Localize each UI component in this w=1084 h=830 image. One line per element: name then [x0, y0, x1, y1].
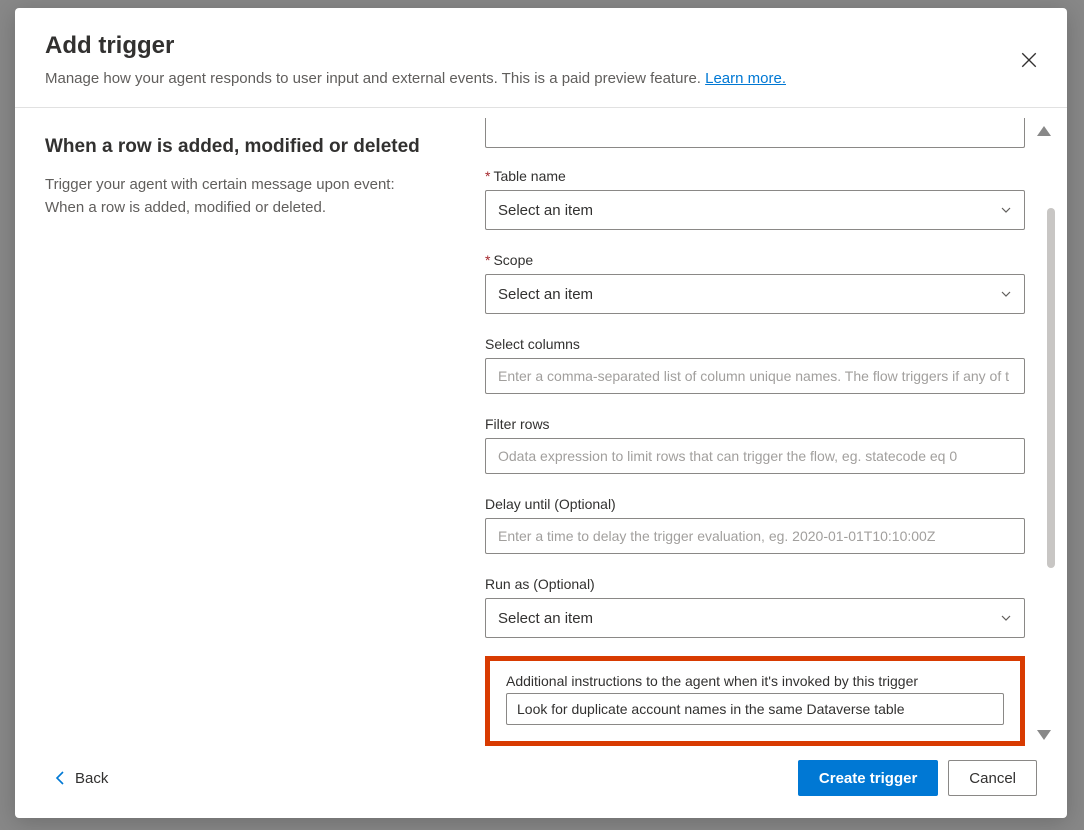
filter-rows-group: Filter rows [485, 416, 1025, 474]
chevron-down-icon [1000, 288, 1012, 300]
footer-actions: Create trigger Cancel [798, 760, 1037, 796]
run-as-select[interactable]: Select an item [485, 598, 1025, 638]
select-value: Select an item [498, 202, 593, 219]
table-name-select[interactable]: Select an item [485, 190, 1025, 230]
scope-select[interactable]: Select an item [485, 274, 1025, 314]
label-text: Scope [493, 252, 533, 268]
label-text: Table name [493, 168, 565, 184]
learn-more-link[interactable]: Learn more. [705, 70, 786, 87]
chevron-left-icon [55, 770, 65, 786]
instructions-label: Additional instructions to the agent whe… [506, 673, 1004, 689]
chevron-down-icon [1000, 612, 1012, 624]
create-trigger-button[interactable]: Create trigger [798, 760, 938, 796]
modal-subtitle: Manage how your agent responds to user i… [45, 68, 1037, 89]
table-name-group: *Table name Select an item [485, 168, 1025, 230]
scroll-up-arrow[interactable] [1037, 126, 1051, 136]
table-name-label: *Table name [485, 168, 1025, 184]
modal-header: Add trigger Manage how your agent respon… [15, 8, 1067, 108]
instructions-highlight: Additional instructions to the agent whe… [485, 656, 1025, 746]
required-star-icon: * [485, 252, 490, 268]
scope-label: *Scope [485, 252, 1025, 268]
delay-until-input[interactable] [485, 518, 1025, 554]
run-as-group: Run as (Optional) Select an item [485, 576, 1025, 638]
delay-until-label: Delay until (Optional) [485, 496, 1025, 512]
chevron-down-icon [1000, 204, 1012, 216]
right-panel: *Table name Select an item *Scope Select… [455, 108, 1067, 746]
trigger-type-description: Trigger your agent with certain message … [45, 174, 425, 219]
select-columns-group: Select columns [485, 336, 1025, 394]
modal-title: Add trigger [45, 32, 1037, 60]
modal-footer: Back Create trigger Cancel [15, 746, 1067, 818]
trigger-type-title: When a row is added, modified or deleted [45, 136, 425, 158]
instructions-input[interactable] [506, 693, 1004, 725]
select-value: Select an item [498, 610, 593, 627]
run-as-label: Run as (Optional) [485, 576, 1025, 592]
filter-rows-input[interactable] [485, 438, 1025, 474]
subtitle-text: Manage how your agent responds to user i… [45, 70, 705, 87]
scroll-down-arrow[interactable] [1037, 730, 1051, 740]
delay-until-group: Delay until (Optional) [485, 496, 1025, 554]
close-icon [1020, 51, 1038, 69]
filter-rows-label: Filter rows [485, 416, 1025, 432]
cancel-button[interactable]: Cancel [948, 760, 1037, 796]
close-button[interactable] [1013, 44, 1045, 76]
add-trigger-modal: Add trigger Manage how your agent respon… [15, 8, 1067, 818]
left-panel: When a row is added, modified or deleted… [15, 108, 455, 746]
modal-body: When a row is added, modified or deleted… [15, 108, 1067, 746]
scrollbar-thumb[interactable] [1047, 208, 1055, 568]
back-button[interactable]: Back [55, 770, 108, 787]
partial-field-above[interactable] [485, 118, 1025, 148]
back-label: Back [75, 770, 108, 787]
select-columns-input[interactable] [485, 358, 1025, 394]
scope-group: *Scope Select an item [485, 252, 1025, 314]
required-star-icon: * [485, 168, 490, 184]
select-columns-label: Select columns [485, 336, 1025, 352]
select-value: Select an item [498, 286, 593, 303]
